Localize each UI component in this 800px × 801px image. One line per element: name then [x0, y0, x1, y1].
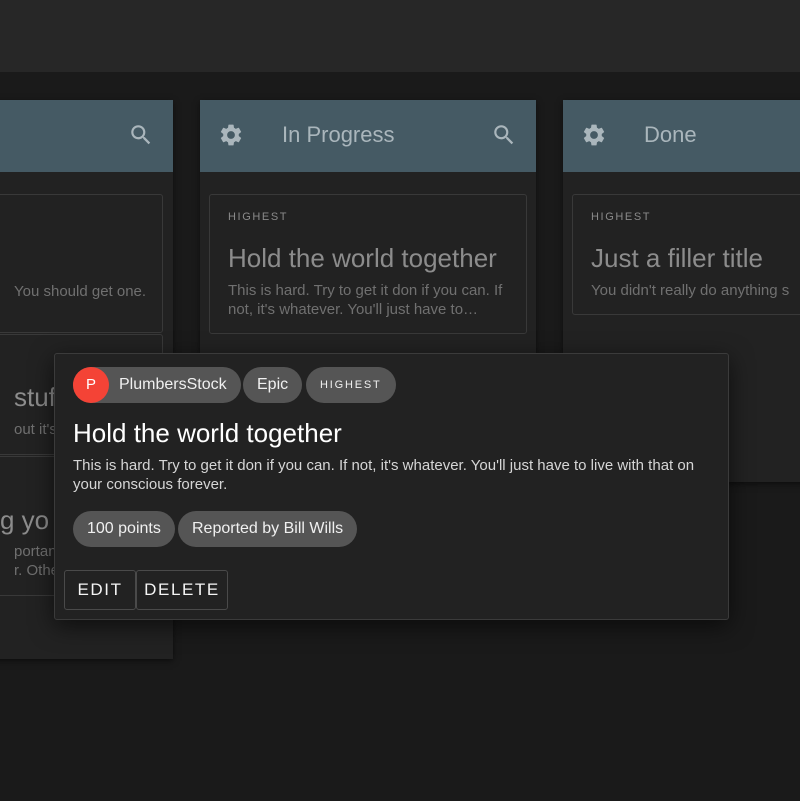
task-card[interactable]: HIGHEST Hold the world together This is … — [209, 194, 527, 334]
task-detail-title: Hold the world together — [73, 418, 342, 448]
column-header: Done — [563, 100, 800, 172]
task-card[interactable]: You should get one. — [0, 194, 163, 333]
reporter-chip[interactable]: Reported by Bill Wills — [178, 511, 358, 547]
priority-chip[interactable]: HIGHEST — [306, 367, 396, 403]
task-title: Just a filler title — [591, 243, 763, 273]
search-icon[interactable] — [491, 122, 517, 148]
task-title: Hold the world together — [228, 243, 497, 273]
points-chip[interactable]: 100 points — [73, 511, 175, 547]
project-name: PlumbersStock — [119, 376, 227, 393]
column-title: In Progress — [282, 122, 395, 147]
task-title: g yo — [0, 505, 50, 535]
avatar: P — [73, 367, 109, 403]
task-card[interactable]: HIGHEST Just a filler title You didn't r… — [572, 194, 800, 315]
column-title: Done — [644, 122, 697, 147]
task-description: You didn't really do anything s — [591, 282, 790, 299]
priority-label: HIGHEST — [228, 211, 289, 223]
edit-button[interactable]: EDIT — [64, 570, 136, 610]
app-bar — [0, 0, 800, 72]
project-chip[interactable]: P PlumbersStock — [73, 367, 241, 403]
column-header: In Progress — [200, 100, 536, 172]
task-detail-card: P PlumbersStock Epic HIGHEST Hold the wo… — [54, 353, 729, 620]
task-description: You should get one. — [14, 283, 147, 300]
delete-button[interactable]: DELETE — [136, 570, 228, 610]
column-in-progress: In Progress HIGHEST Hold the world toget… — [200, 100, 536, 358]
type-chip[interactable]: Epic — [243, 367, 303, 403]
task-detail-description: This is hard. Try to get it don if you c… — [73, 457, 695, 493]
task-description: This is hard. Try to get it don if you c… — [228, 282, 503, 318]
gear-icon[interactable] — [581, 122, 607, 148]
search-icon[interactable] — [128, 122, 154, 148]
gear-icon[interactable] — [218, 122, 244, 148]
column-header — [0, 100, 173, 172]
priority-label: HIGHEST — [591, 211, 652, 223]
